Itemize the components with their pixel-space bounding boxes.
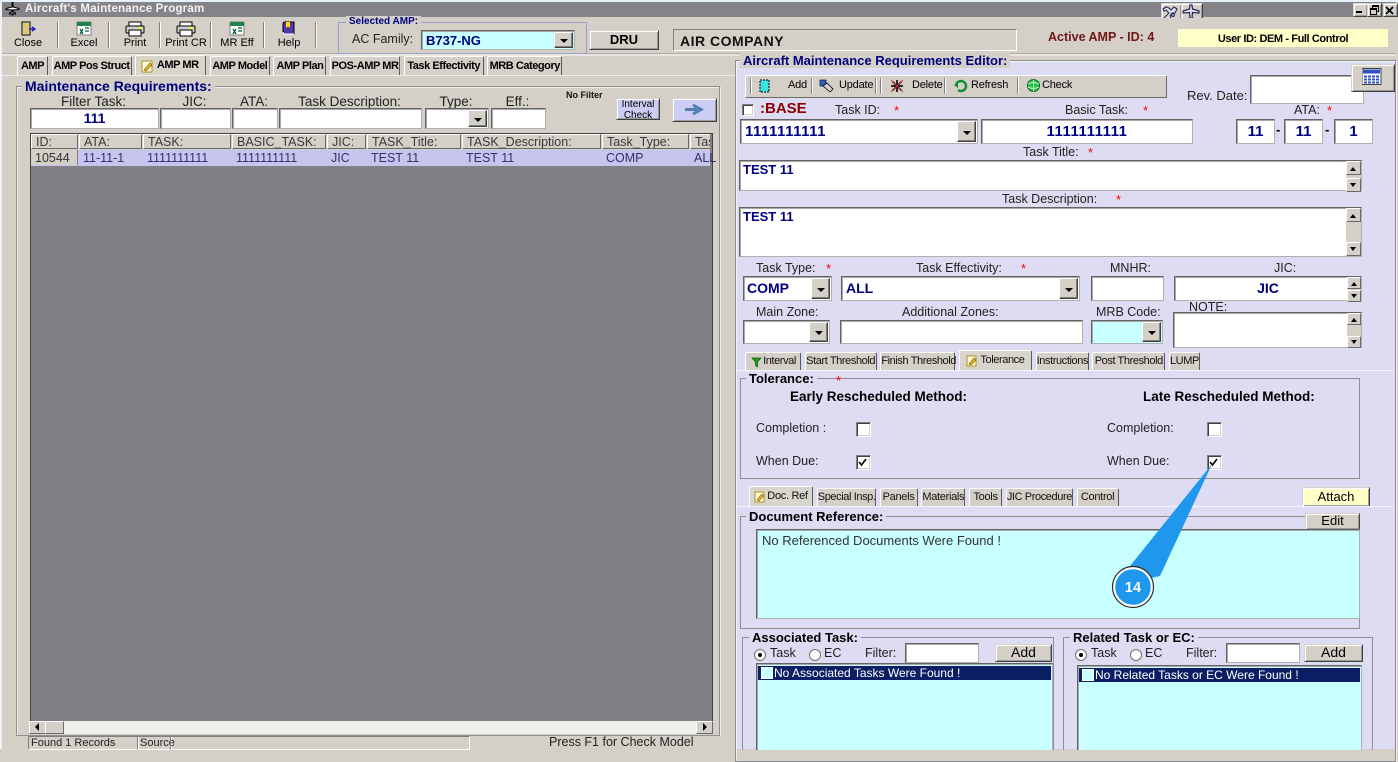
svg-text:14: 14 [1125,580,1141,596]
